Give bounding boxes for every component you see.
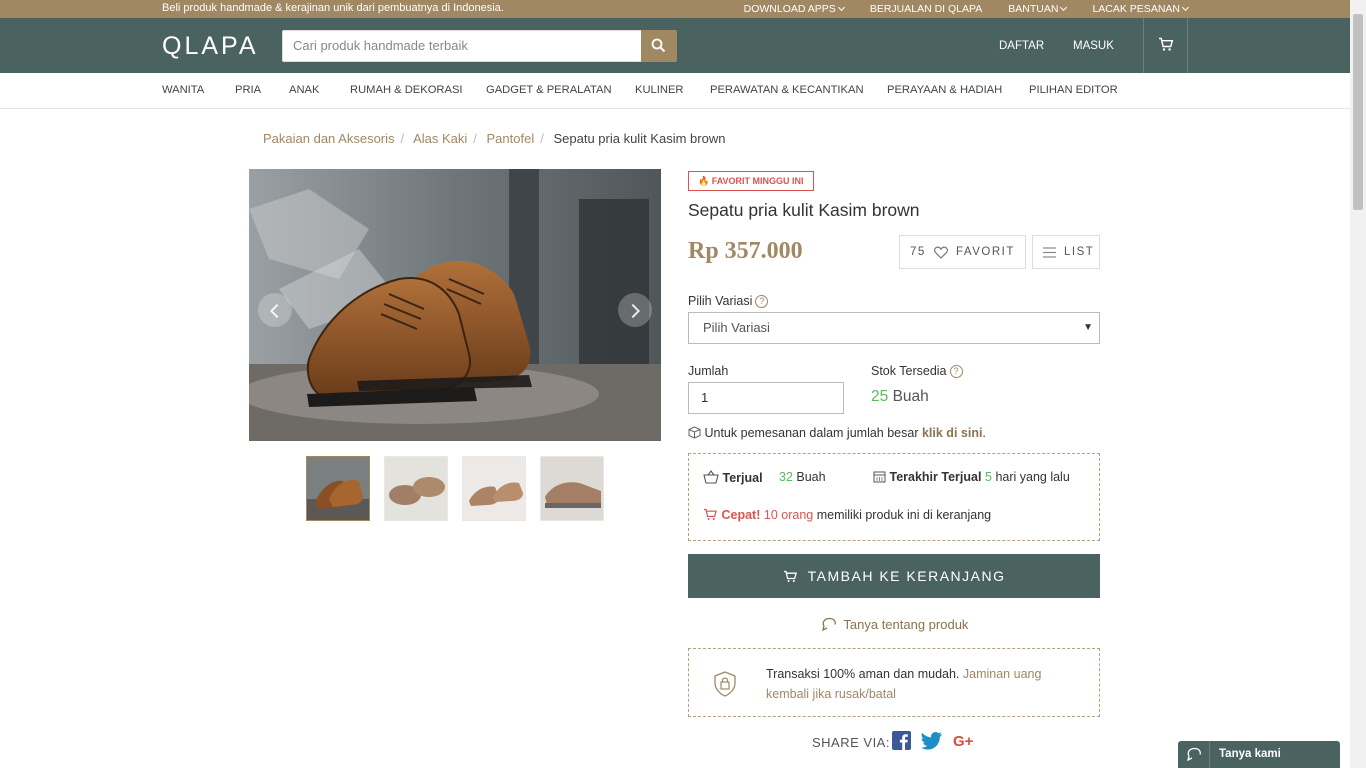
favorite-count: 75: [910, 246, 926, 258]
cart-icon: [1159, 37, 1174, 51]
chat-widget[interactable]: Tanya kami: [1178, 741, 1340, 768]
download-apps-link[interactable]: DOWNLOAD APPS: [744, 3, 845, 15]
in-cart-notice: Cepat! 10 orang memiliki produk ini di k…: [703, 508, 991, 522]
product-title: Sepatu pria kulit Kasim brown: [688, 200, 920, 220]
share-label: SHARE VIA:: [812, 735, 890, 750]
stock-label: Stok Tersedia?: [871, 364, 963, 378]
calendar-icon: [873, 471, 886, 483]
list-icon: [1043, 247, 1056, 258]
svg-text:G+: G+: [953, 733, 974, 750]
box-icon: [688, 426, 701, 439]
twitter-share-button[interactable]: [920, 731, 942, 751]
chevron-down-icon: [1060, 3, 1068, 12]
register-link[interactable]: DAFTAR: [999, 40, 1044, 52]
quantity-input[interactable]: 1: [688, 382, 844, 414]
site-logo[interactable]: QLAPA: [162, 32, 259, 61]
chevron-down-icon: [837, 3, 845, 12]
breadcrumb-item[interactable]: Alas Kaki: [413, 131, 467, 146]
add-to-list-button[interactable]: LIST: [1032, 235, 1100, 269]
category-perawatan-kecantikan[interactable]: PERAWATAN & KECANTIKAN: [710, 84, 864, 96]
track-order-link[interactable]: LACAK PESANAN: [1092, 3, 1190, 15]
next-image-button[interactable]: [618, 293, 652, 327]
breadcrumb-current: Sepatu pria kulit Kasim brown: [553, 131, 726, 146]
bulk-order-note: Untuk pemesanan dalam jumlah besar klik …: [688, 426, 986, 440]
category-kuliner[interactable]: KULINER: [635, 84, 684, 96]
favorite-week-badge: 🔥 FAVORIT MINGGU INI: [688, 171, 814, 191]
last-sold-stat: Terakhir Terjual: [873, 470, 981, 484]
sales-stats-box: Terjual 32 Buah Terakhir Terjual 5 hari …: [688, 453, 1100, 541]
previous-image-button[interactable]: [258, 293, 292, 327]
shield-icon: [714, 671, 736, 697]
help-icon[interactable]: ?: [755, 295, 769, 308]
cart-icon: [783, 570, 797, 582]
category-wanita[interactable]: WANITA: [162, 84, 204, 96]
thumbnail-2[interactable]: [384, 456, 448, 521]
category-anak[interactable]: ANAK: [289, 84, 319, 96]
search-input[interactable]: Cari produk handmade terbaik: [282, 30, 642, 62]
chat-icon: [1187, 747, 1201, 761]
favorite-label: FAVORIT: [956, 246, 1015, 258]
twitter-icon: [920, 732, 942, 750]
category-pria[interactable]: PRIA: [235, 84, 261, 96]
chevron-down-icon: ▼: [1083, 322, 1093, 333]
facebook-share-button[interactable]: [892, 731, 912, 751]
category-pilihan-editor[interactable]: PILIHAN EDITOR: [1029, 84, 1118, 96]
chat-icon: [822, 617, 836, 632]
sell-link[interactable]: BERJUALAN DI QLAPA: [870, 3, 982, 15]
quantity-label: Jumlah: [688, 364, 729, 378]
category-nav: WANITA PRIA ANAK RUMAH & DEKORASI GADGET…: [0, 73, 1350, 109]
thumbnail-4[interactable]: [540, 456, 604, 521]
search-icon: [651, 38, 666, 53]
heart-icon: [934, 246, 948, 259]
bulk-order-link[interactable]: klik di sini: [922, 426, 982, 440]
search-button[interactable]: [641, 30, 677, 62]
thumbnail-1[interactable]: [306, 456, 370, 521]
tagline: Beli produk handmade & kerajinan unik da…: [162, 2, 504, 14]
thumbnail-3[interactable]: [462, 456, 526, 521]
cart-icon: [704, 508, 717, 520]
breadcrumb-item[interactable]: Pakaian dan Aksesoris: [263, 131, 395, 146]
add-to-cart-button[interactable]: TAMBAH KE KERANJANG: [688, 554, 1100, 598]
product-main-image[interactable]: [249, 169, 661, 441]
basket-icon: [703, 470, 719, 484]
chevron-down-icon: [1181, 3, 1190, 12]
variation-label: Pilih Variasi?: [688, 294, 769, 308]
facebook-icon: [892, 731, 911, 750]
top-links: DOWNLOAD APPS BERJUALAN DI QLAPA BANTUAN…: [744, 3, 1190, 15]
stock-value: 25 Buah: [871, 388, 929, 405]
secure-transaction-box: Transaksi 100% aman dan mudah. Jaminan u…: [688, 648, 1100, 717]
cart-button[interactable]: [1143, 18, 1188, 73]
help-link[interactable]: BANTUAN: [1008, 3, 1068, 15]
list-label: LIST: [1064, 246, 1095, 258]
googleplus-icon: G+: [953, 733, 974, 750]
category-rumah-dekorasi[interactable]: RUMAH & DEKORASI: [350, 84, 463, 96]
thumbnail-strip: [306, 456, 604, 521]
main-header: QLAPA Cari produk handmade terbaik DAFTA…: [0, 18, 1350, 73]
breadcrumb-item[interactable]: Pantofel: [487, 131, 535, 146]
ask-product-link[interactable]: Tanya tentang produk: [822, 617, 968, 632]
sold-stat: Terjual: [703, 470, 763, 485]
scrollbar-thumb[interactable]: [1353, 14, 1363, 210]
category-gadget-peralatan[interactable]: GADGET & PERALATAN: [486, 84, 612, 96]
login-link[interactable]: MASUK: [1073, 40, 1114, 52]
page-scrollbar[interactable]: [1350, 0, 1366, 768]
breadcrumb: Pakaian dan Aksesoris / Alas Kaki / Pantof…: [263, 131, 726, 146]
help-icon[interactable]: ?: [949, 365, 963, 378]
variation-select[interactable]: Pilih Variasi ▼: [688, 312, 1100, 344]
product-photo: [249, 169, 661, 441]
top-announcement-bar: Beli produk handmade & kerajinan unik da…: [0, 0, 1350, 18]
favorite-button[interactable]: 75 FAVORIT: [899, 235, 1026, 269]
chat-label: Tanya kami: [1219, 748, 1281, 760]
sold-value: 32 Buah: [779, 470, 826, 484]
category-perayaan-hadiah[interactable]: PERAYAAN & HADIAH: [887, 84, 1002, 96]
googleplus-share-button[interactable]: G+: [953, 731, 974, 751]
last-sold-value: 5 hari yang lalu: [985, 470, 1070, 484]
product-price: Rp 357.000: [688, 238, 803, 264]
secure-text: Transaksi 100% aman dan mudah. Jaminan u…: [766, 667, 1042, 701]
